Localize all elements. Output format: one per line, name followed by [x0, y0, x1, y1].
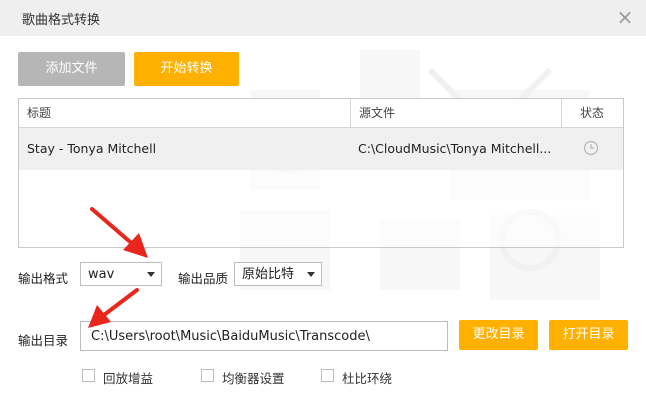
column-header-title[interactable]: 标题: [27, 99, 51, 127]
table-row[interactable]: Stay - Tonya Mitchell C:\CloudMusic\Tony…: [19, 128, 623, 170]
column-divider[interactable]: [350, 99, 351, 127]
output-quality-select[interactable]: 原始比特: [234, 262, 322, 286]
output-dir-input[interactable]: [80, 321, 448, 351]
equalizer-checkbox[interactable]: [201, 369, 214, 382]
song-table: 标题 源文件 状态 Stay - Tonya Mitchell C:\Cloud…: [18, 98, 624, 248]
format-convert-dialog: 歌曲格式转换 × 添加文件 开始转换 标题 源文件 状态 Stay - Tony…: [0, 0, 646, 400]
chevron-down-icon: [307, 272, 315, 277]
row-title: Stay - Tonya Mitchell: [27, 141, 157, 156]
replay-gain-checkbox[interactable]: [82, 369, 95, 382]
title-bar: 歌曲格式转换 ×: [0, 0, 646, 36]
output-dir-label: 输出目录: [18, 333, 69, 348]
start-convert-button[interactable]: 开始转换: [134, 52, 239, 86]
close-icon[interactable]: ×: [612, 4, 638, 30]
output-format-value: wav: [88, 267, 115, 282]
output-format-select[interactable]: wav: [80, 262, 162, 286]
change-dir-button[interactable]: 更改目录: [459, 320, 538, 350]
add-file-button[interactable]: 添加文件: [18, 52, 125, 86]
clock-icon: [583, 140, 599, 156]
column-header-source[interactable]: 源文件: [359, 99, 395, 127]
table-header: 标题 源文件 状态: [19, 99, 623, 128]
output-quality-label: 输出品质: [178, 271, 229, 286]
dolby-surround-checkbox[interactable]: [321, 369, 334, 382]
row-source: C:\CloudMusic\Tonya Mitchell...: [358, 141, 552, 156]
column-divider[interactable]: [561, 99, 562, 127]
open-dir-button[interactable]: 打开目录: [549, 320, 628, 350]
output-format-label: 输出格式: [18, 271, 69, 286]
chevron-down-icon: [147, 272, 155, 277]
dialog-title: 歌曲格式转换: [22, 13, 101, 28]
output-quality-value: 原始比特: [242, 267, 295, 282]
column-header-status[interactable]: 状态: [580, 99, 604, 127]
equalizer-label: 均衡器设置: [222, 371, 285, 386]
dolby-surround-label: 杜比环绕: [342, 371, 393, 386]
replay-gain-label: 回放增益: [103, 371, 154, 386]
